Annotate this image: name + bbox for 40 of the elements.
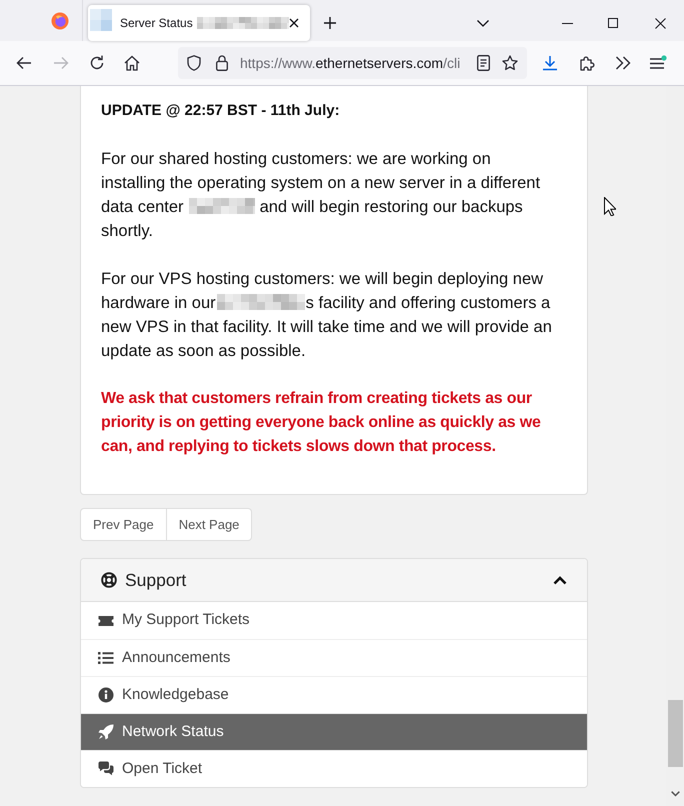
menu-item[interactable]: Open Ticket bbox=[81, 750, 587, 787]
close-icon[interactable] bbox=[655, 18, 666, 29]
reader-view-icon[interactable] bbox=[477, 55, 490, 71]
rocket-icon bbox=[98, 724, 114, 740]
menu-item[interactable]: Network Status bbox=[81, 713, 587, 750]
scrollbar-thumb[interactable] bbox=[668, 700, 682, 767]
puzzle-piece-icon[interactable] bbox=[579, 55, 595, 71]
pagination-button[interactable]: Next Page bbox=[166, 508, 252, 541]
home-icon[interactable] bbox=[124, 55, 140, 71]
chat-bubbles-icon bbox=[98, 761, 114, 777]
url-text: https://www.ethernetservers.com/cli bbox=[240, 54, 460, 73]
maximize-icon[interactable] bbox=[608, 18, 618, 28]
double-chevron-icon[interactable] bbox=[615, 56, 631, 70]
star-icon[interactable] bbox=[502, 55, 518, 71]
browser-tab[interactable]: Server Status bbox=[88, 5, 310, 41]
update-heading: UPDATE @ 22:57 BST - 11th July: bbox=[101, 101, 340, 121]
download-icon[interactable] bbox=[542, 55, 558, 71]
panel-title: Support bbox=[125, 568, 186, 592]
life-ring-icon bbox=[101, 572, 117, 588]
pixelated-favicon-icon bbox=[90, 9, 112, 31]
list-icon bbox=[98, 650, 114, 666]
back-arrow-icon[interactable] bbox=[16, 55, 32, 71]
shield-icon[interactable] bbox=[187, 55, 201, 71]
mouse-cursor-icon bbox=[604, 197, 616, 216]
pagination-button[interactable]: Prev Page bbox=[80, 508, 167, 541]
reload-icon[interactable] bbox=[89, 55, 105, 71]
address-bar[interactable]: https://www.ethernetservers.com/cli bbox=[178, 47, 527, 79]
chevron-down-icon[interactable] bbox=[477, 20, 489, 27]
firefox-logo-icon[interactable] bbox=[51, 12, 69, 30]
paragraph: For our shared hosting customers: we are working on installing the operating system on a new server in a different data center and will begin restoring our backups shortly. bbox=[101, 149, 542, 242]
paragraph: For our VPS hosting customers: we will begin deploying new hardware in our s facility and offering customers a new VPS in that facility. It will take time and we will provide an update as soon as possible. bbox=[101, 269, 553, 362]
chevron-up-icon[interactable] bbox=[553, 576, 567, 584]
chevron-down-icon[interactable] bbox=[670, 791, 680, 797]
blurred-text-block bbox=[188, 198, 255, 214]
info-icon bbox=[98, 687, 114, 703]
menu-icon[interactable] bbox=[649, 55, 667, 71]
warning-paragraph: We ask that customers refrain from creating tickets as our priority is on getting everyone back online as quickly as we can, and replying to tickets slows down that process. bbox=[101, 389, 542, 457]
close-icon[interactable] bbox=[288, 18, 299, 28]
lock-icon[interactable] bbox=[216, 55, 228, 71]
plus-icon[interactable] bbox=[324, 17, 336, 29]
